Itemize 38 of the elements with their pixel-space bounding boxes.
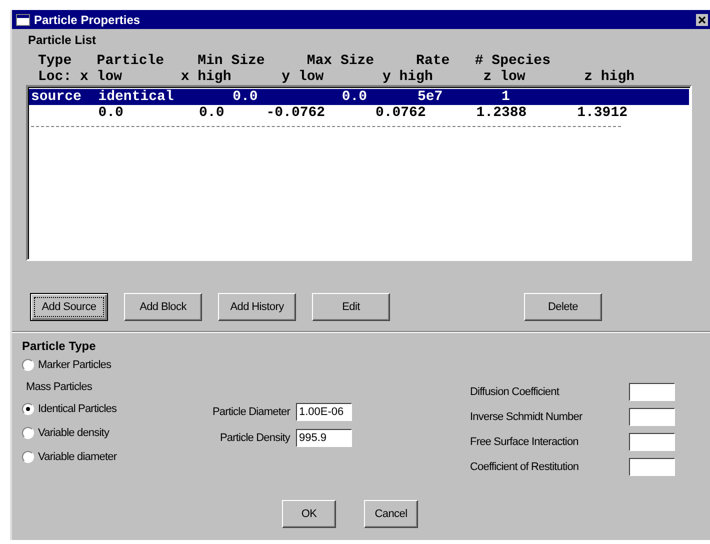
input-field[interactable] (629, 433, 675, 451)
field-label: Inverse Schmidt Number (470, 411, 582, 423)
list-row[interactable]: 0.0 0.0 -0.0762 0.0762 1.2388 1.3912 (29, 105, 689, 121)
add-source-button[interactable]: Add Source (30, 293, 108, 321)
input-field[interactable] (629, 458, 675, 476)
radio-button[interactable] (22, 451, 34, 463)
radio-button[interactable] (22, 403, 34, 415)
edit-button[interactable]: Edit (312, 293, 390, 321)
particle-list[interactable]: source identical 0.0 0.0 5e7 1 0.0 0.0 -0.0762 0.0762 1.2388 1.3912 (26, 85, 692, 261)
field-label: Particle Density (218, 432, 290, 444)
field-label: Free Surface Interaction (470, 436, 578, 448)
radio-option[interactable]: Marker Particles (20, 353, 170, 377)
input-field[interactable] (629, 408, 675, 426)
field-label: Particle Diameter (211, 406, 290, 418)
list-row[interactable]: source identical 0.0 0.0 5e7 1 (29, 89, 689, 105)
add-block-button[interactable]: Add Block (124, 293, 202, 321)
ok-button[interactable]: OK (282, 500, 336, 528)
add-history-button[interactable]: Add History (218, 293, 296, 321)
input-field[interactable]: 995.9 (296, 429, 352, 447)
radio-option[interactable]: Variable density (20, 421, 170, 445)
radio-button[interactable] (22, 359, 34, 371)
window-icon (16, 14, 30, 26)
column-header: Loc: x low x high y low y high z low z high (38, 69, 634, 85)
input-field[interactable]: 1.00E-06 (296, 403, 352, 421)
section-label: Particle List (28, 33, 96, 47)
delete-button[interactable]: Delete (524, 293, 602, 321)
window-title: Particle Properties (34, 12, 140, 26)
radio-option[interactable]: Identical Particles (20, 397, 170, 421)
field-label: Diffusion Coefficient (470, 386, 560, 398)
radio-button[interactable] (22, 427, 34, 439)
group-label: Mass Particles (26, 381, 92, 393)
close-icon[interactable] (696, 14, 708, 26)
field-label: Coefficient of Restitution (470, 461, 579, 473)
input-field[interactable] (629, 383, 675, 401)
section-label: Particle Type (22, 339, 96, 353)
cancel-button[interactable]: Cancel (364, 500, 418, 528)
radio-option[interactable]: Variable diameter (20, 445, 170, 469)
column-header: Type Particle Min Size Max Size Rate # Species (38, 53, 550, 69)
